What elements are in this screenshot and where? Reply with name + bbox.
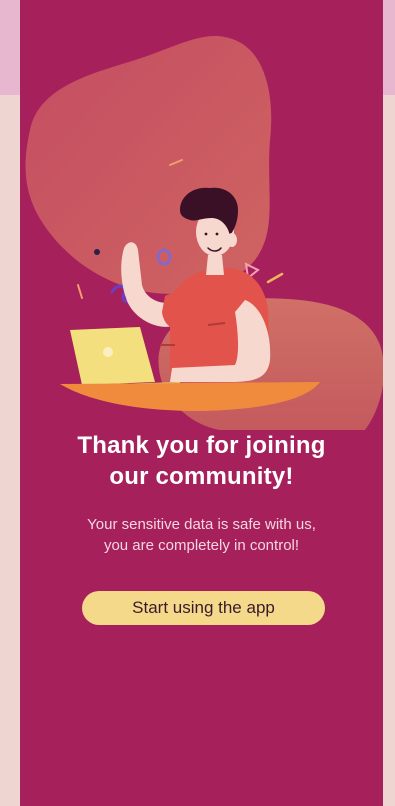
person-neck	[206, 255, 224, 275]
person-ear	[227, 233, 237, 247]
confetti-dot	[94, 249, 100, 255]
start-using-app-button[interactable]: Start using the app	[82, 591, 325, 625]
person-eye	[204, 232, 208, 236]
welcome-illustration	[25, 35, 383, 430]
backdrop-right	[383, 95, 395, 806]
backdrop-left	[0, 95, 20, 806]
headline-line: our community!	[109, 463, 294, 490]
welcome-subtext: Your sensitive data is safe with us, you…	[20, 514, 383, 556]
confetti-dash	[266, 272, 284, 284]
person-eye	[215, 232, 219, 236]
subtext-line: you are completely in control!	[103, 537, 300, 554]
laptop-screen	[70, 327, 155, 385]
laptop-logo	[103, 347, 113, 357]
onboarding-screen: Thank you for joining our community! You…	[20, 0, 383, 806]
background-blob-top	[25, 35, 272, 294]
subtext-line: Your sensitive data is safe with us,	[87, 516, 316, 533]
confetti-dash	[77, 284, 83, 299]
welcome-headline: Thank you for joining our community!	[20, 430, 383, 492]
headline-line: Thank you for joining	[77, 432, 326, 459]
